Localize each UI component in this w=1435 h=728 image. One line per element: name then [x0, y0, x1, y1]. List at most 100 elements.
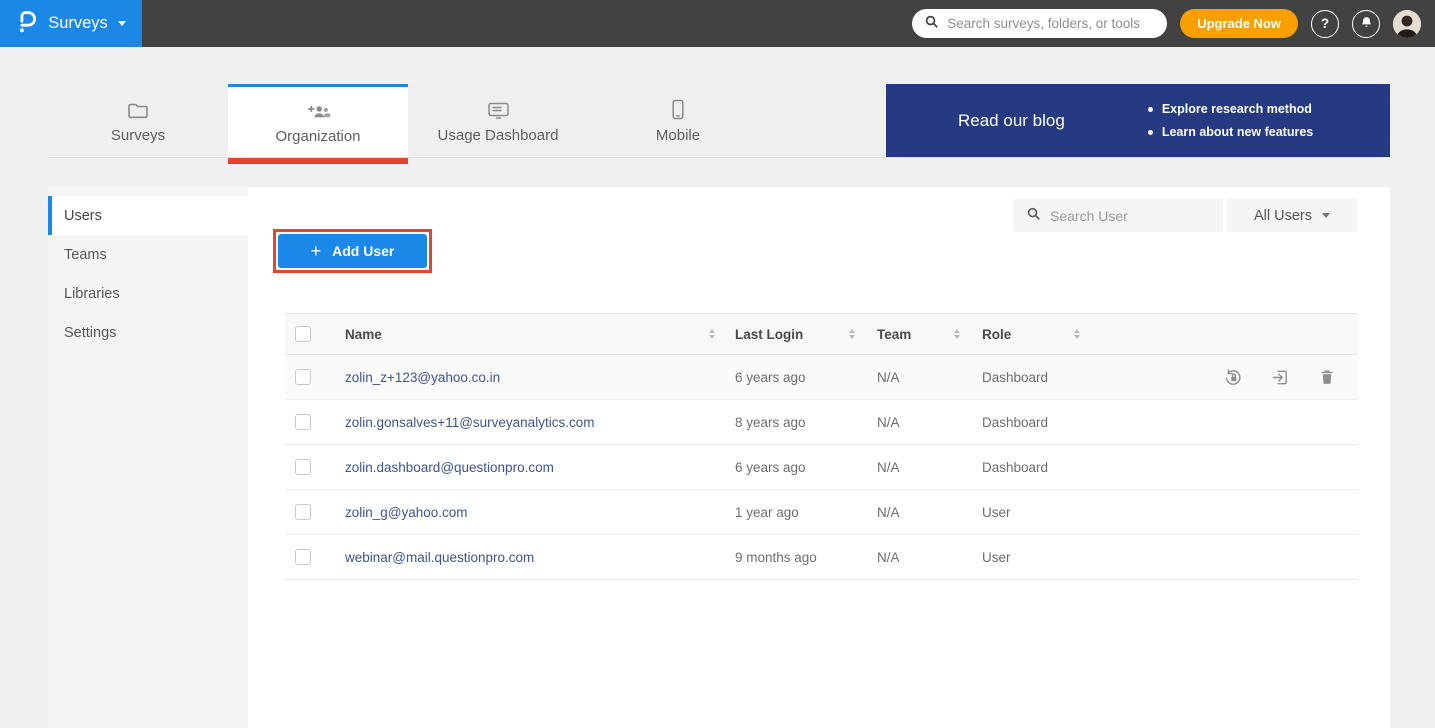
plus-icon: +	[311, 242, 322, 260]
tab-organization[interactable]: Organization	[228, 84, 408, 157]
banner-bullet[interactable]: Learn about new features	[1148, 125, 1313, 139]
column-header-role[interactable]: Role	[970, 327, 1090, 342]
row-checkbox[interactable]	[295, 549, 311, 565]
banner-bullet[interactable]: Explore research method	[1148, 102, 1313, 116]
reset-password-icon[interactable]	[1224, 368, 1243, 387]
tab-label: Organization	[275, 128, 360, 145]
header-checkbox-cell	[285, 326, 330, 342]
team-value: N/A	[877, 505, 900, 520]
add-user-label: Add User	[332, 243, 394, 259]
team-value: N/A	[877, 550, 900, 565]
add-user-button[interactable]: + Add User	[278, 234, 427, 268]
column-label: Name	[345, 327, 382, 342]
annotation-highlight-box: + Add User	[273, 229, 432, 273]
bullet-text: Learn about new features	[1162, 125, 1313, 139]
user-search-box[interactable]	[1013, 199, 1223, 232]
table-row[interactable]: zolin_z+123@yahoo.co.in 6 years ago N/A …	[285, 355, 1358, 400]
banner-bullet-list: Explore research method Learn about new …	[1148, 102, 1313, 139]
sort-icon[interactable]	[1074, 329, 1080, 339]
sidebar-item-teams[interactable]: Teams	[48, 235, 248, 274]
user-email-link[interactable]: zolin.gonsalves+11@surveyanalytics.com	[345, 415, 594, 430]
user-email-link[interactable]: zolin.dashboard@questionpro.com	[345, 460, 554, 475]
role-value: Dashboard	[982, 460, 1048, 475]
dashboard-icon	[487, 98, 510, 120]
last-login-value: 1 year ago	[735, 505, 799, 520]
column-header-team[interactable]: Team	[865, 327, 970, 342]
table-row[interactable]: zolin.dashboard@questionpro.com 6 years …	[285, 445, 1358, 490]
last-login-value: 6 years ago	[735, 460, 806, 475]
users-table: Name Last Login Team Role	[285, 313, 1358, 580]
team-value: N/A	[877, 370, 900, 385]
column-header-name[interactable]: Name	[330, 327, 725, 342]
table-header-row: Name Last Login Team Role	[285, 313, 1358, 355]
bullet-dot-icon	[1148, 130, 1153, 135]
delete-user-icon[interactable]	[1318, 368, 1336, 386]
table-row[interactable]: webinar@mail.questionpro.com 9 months ag…	[285, 535, 1358, 580]
annotation-highlight-underline	[228, 158, 408, 164]
sort-icon[interactable]	[849, 329, 855, 339]
notifications-button[interactable]	[1352, 10, 1380, 38]
column-label: Last Login	[735, 327, 803, 342]
module-tabbar: Surveys Organization Usage Dashboard	[48, 84, 1390, 157]
topbar-actions: Upgrade Now ?	[912, 9, 1435, 38]
help-button[interactable]: ?	[1311, 10, 1339, 38]
tab-label: Usage Dashboard	[438, 127, 559, 144]
tab-label: Surveys	[111, 127, 165, 144]
filter-selected-value: All Users	[1254, 208, 1312, 224]
table-row[interactable]: zolin.gonsalves+11@surveyanalytics.com 8…	[285, 400, 1358, 445]
user-filter-dropdown[interactable]: All Users	[1226, 199, 1358, 232]
sidebar-item-settings[interactable]: Settings	[48, 313, 248, 352]
last-login-value: 9 months ago	[735, 550, 817, 565]
banner-title: Read our blog	[958, 111, 1065, 131]
users-main-area: All Users + Add User Name Last L	[248, 187, 1390, 728]
user-search-filter-group: All Users	[1013, 199, 1358, 232]
row-checkbox[interactable]	[295, 369, 311, 385]
blog-banner[interactable]: Read our blog Explore research method Le…	[886, 84, 1390, 157]
user-email-link[interactable]: webinar@mail.questionpro.com	[345, 550, 534, 565]
bell-icon	[1359, 15, 1374, 33]
user-search-input[interactable]	[1050, 208, 1231, 224]
bullet-text: Explore research method	[1162, 102, 1312, 116]
sidebar-item-libraries[interactable]: Libraries	[48, 274, 248, 313]
column-label: Team	[877, 327, 911, 342]
questionpro-logo-icon	[16, 8, 38, 39]
smartphone-icon	[671, 98, 685, 120]
login-as-user-icon[interactable]	[1271, 368, 1290, 387]
tab-surveys[interactable]: Surveys	[48, 84, 228, 157]
product-name: Surveys	[48, 14, 108, 33]
role-value: Dashboard	[982, 415, 1048, 430]
column-header-last-login[interactable]: Last Login	[725, 327, 865, 342]
chevron-down-icon	[1322, 213, 1330, 218]
last-login-value: 8 years ago	[735, 415, 806, 430]
global-search-input[interactable]	[947, 16, 1155, 31]
tab-mobile[interactable]: Mobile	[588, 84, 768, 157]
team-value: N/A	[877, 460, 900, 475]
last-login-value: 6 years ago	[735, 370, 806, 385]
global-search[interactable]	[912, 9, 1167, 38]
role-value: User	[982, 550, 1011, 565]
sort-icon[interactable]	[709, 329, 715, 339]
row-checkbox[interactable]	[295, 414, 311, 430]
org-sidenav: Users Teams Libraries Settings	[48, 187, 248, 728]
user-avatar[interactable]	[1393, 10, 1421, 38]
user-email-link[interactable]: zolin_g@yahoo.com	[345, 505, 468, 520]
column-label: Role	[982, 327, 1011, 342]
bullet-dot-icon	[1148, 107, 1153, 112]
search-icon	[924, 14, 939, 34]
row-checkbox[interactable]	[295, 459, 311, 475]
row-checkbox[interactable]	[295, 504, 311, 520]
select-all-checkbox[interactable]	[295, 326, 311, 342]
team-value: N/A	[877, 415, 900, 430]
sort-icon[interactable]	[954, 329, 960, 339]
chevron-down-icon	[118, 21, 126, 26]
search-icon	[1026, 206, 1041, 226]
content-panel: Users Teams Libraries Settings All Users…	[48, 187, 1390, 728]
sidebar-item-users[interactable]: Users	[48, 196, 248, 235]
upgrade-now-button[interactable]: Upgrade Now	[1180, 9, 1298, 38]
table-row[interactable]: zolin_g@yahoo.com 1 year ago N/A User	[285, 490, 1358, 535]
tab-label: Mobile	[656, 127, 700, 144]
user-email-link[interactable]: zolin_z+123@yahoo.co.in	[345, 370, 500, 385]
tab-usage-dashboard[interactable]: Usage Dashboard	[408, 84, 588, 157]
role-value: Dashboard	[982, 370, 1048, 385]
product-switcher[interactable]: Surveys	[0, 0, 142, 47]
